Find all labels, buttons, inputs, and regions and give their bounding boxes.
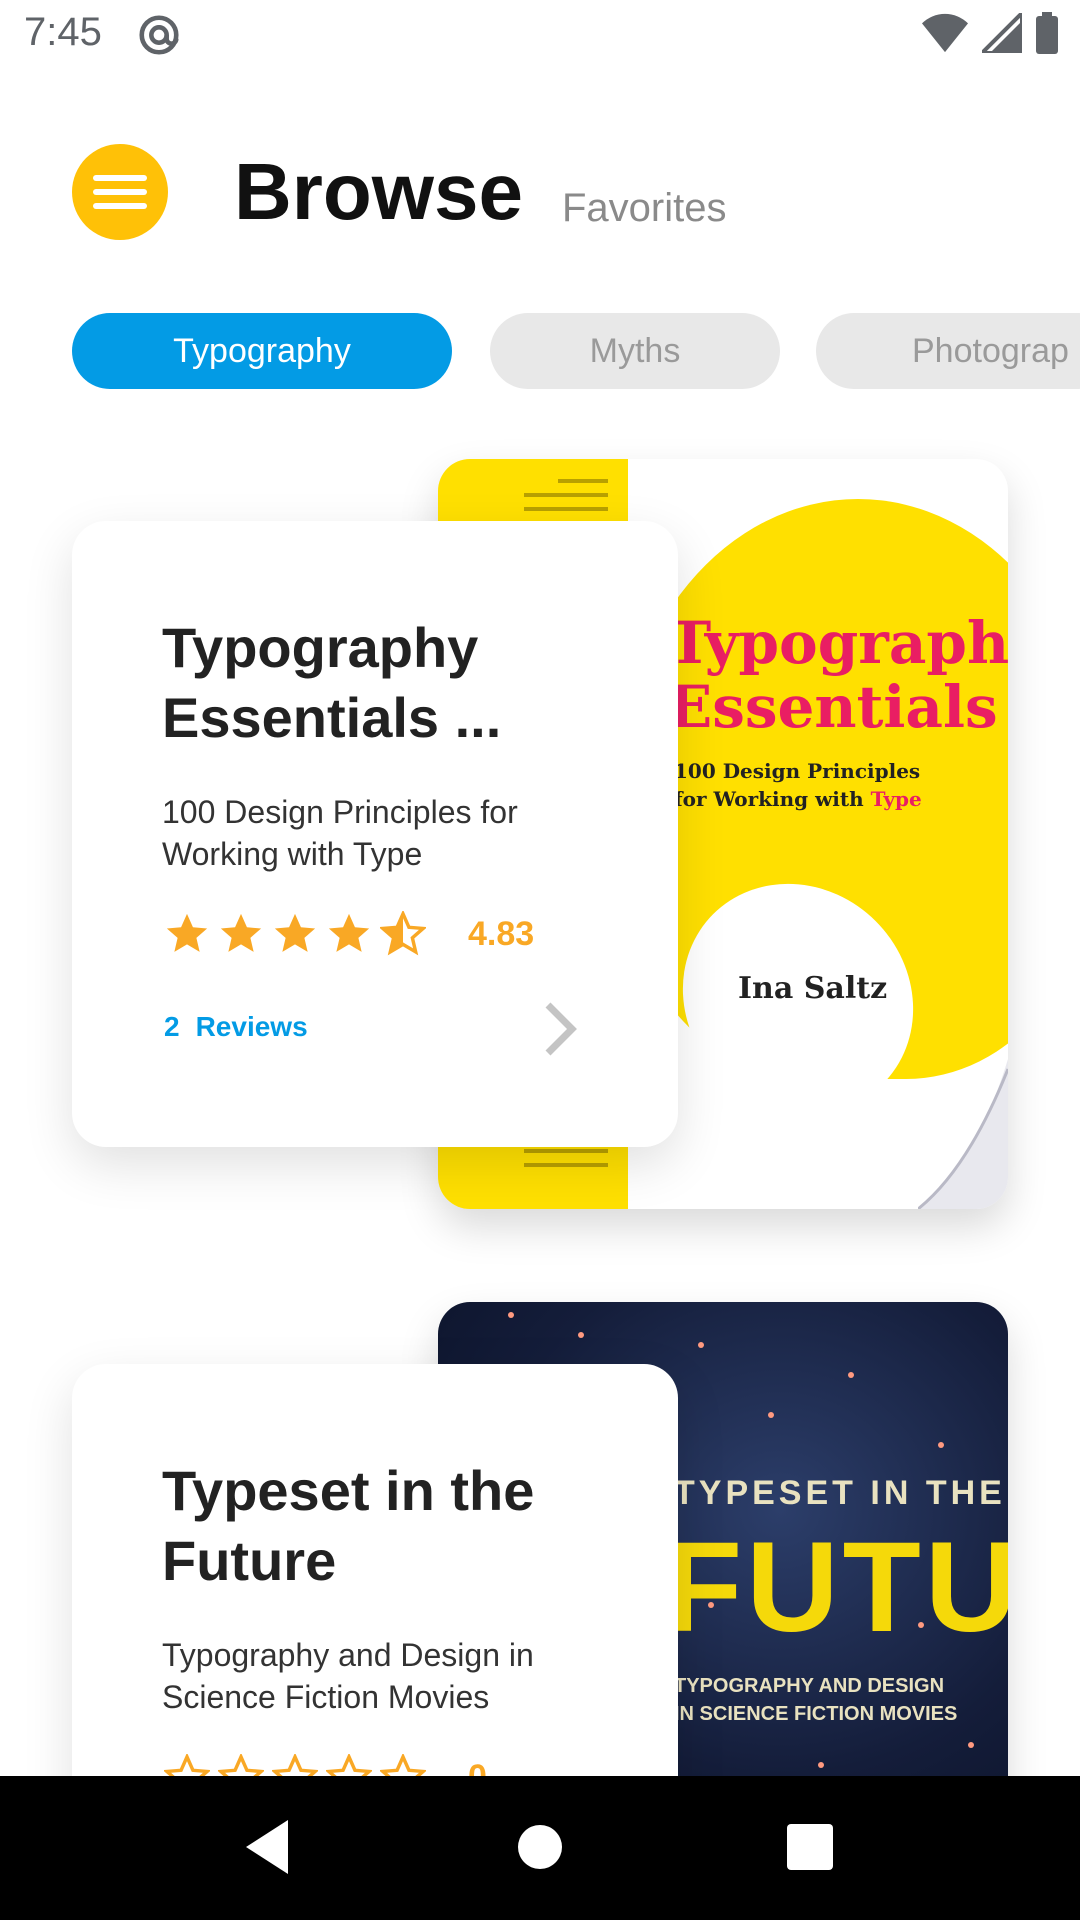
home-circle-icon[interactable] [505, 1812, 575, 1882]
signal-icon [982, 13, 1022, 53]
page-title: Browse [234, 147, 523, 236]
at-sign-icon [139, 15, 179, 55]
menu-button[interactable] [72, 144, 168, 240]
book-card-typography-essentials[interactable]: Typography Essentials ... 100 Design Pri… [72, 521, 678, 1147]
category-chip-typography[interactable]: Typography [72, 313, 452, 389]
back-triangle-icon[interactable] [230, 1812, 300, 1882]
hamburger-icon [93, 175, 147, 209]
status-icons [922, 12, 1058, 54]
reviews-link[interactable]: 2 Reviews [164, 1011, 308, 1043]
wifi-icon [922, 13, 968, 53]
status-time: 7:45 [24, 10, 102, 54]
star-icon [220, 913, 262, 952]
book-subtitle: 100 Design Principles for Working with T… [162, 794, 518, 872]
page-curl-icon [918, 1059, 1008, 1209]
category-chip-myths[interactable]: Myths [490, 313, 780, 389]
star-rating [164, 911, 426, 957]
chevron-right-icon[interactable] [540, 1001, 580, 1057]
tab-favorites[interactable]: Favorites [562, 186, 727, 231]
star-half-icon [380, 911, 426, 956]
cover-tagline: 100 Design Principles for Working with T… [674, 759, 922, 811]
system-nav-bar [0, 1776, 1080, 1920]
star-icon [274, 913, 316, 952]
rating-value: 4.83 [468, 915, 535, 953]
cover-title-top: TYPESET IN THE [674, 1474, 1006, 1512]
cover-author: Ina Saltz [738, 971, 888, 1006]
star-icon [166, 913, 208, 952]
status-bar: 7:45 [0, 0, 1080, 75]
cover-tagline: TYPOGRAPHY AND DESIGN IN SCIENCE FICTION… [674, 1675, 958, 1725]
book-subtitle: Typography and Design in Science Fiction… [162, 1637, 534, 1715]
book-title: Typeset in the Future [162, 1459, 535, 1592]
cover-title: Typography Essentials [668, 609, 1008, 741]
star-icon [328, 913, 370, 952]
cover-title-main: FUTURE [664, 1516, 1008, 1659]
recents-square-icon[interactable] [775, 1812, 845, 1882]
category-chip-photography[interactable]: Photograp [816, 313, 1080, 389]
battery-icon [1036, 12, 1058, 54]
book-title: Typography Essentials ... [162, 616, 502, 749]
